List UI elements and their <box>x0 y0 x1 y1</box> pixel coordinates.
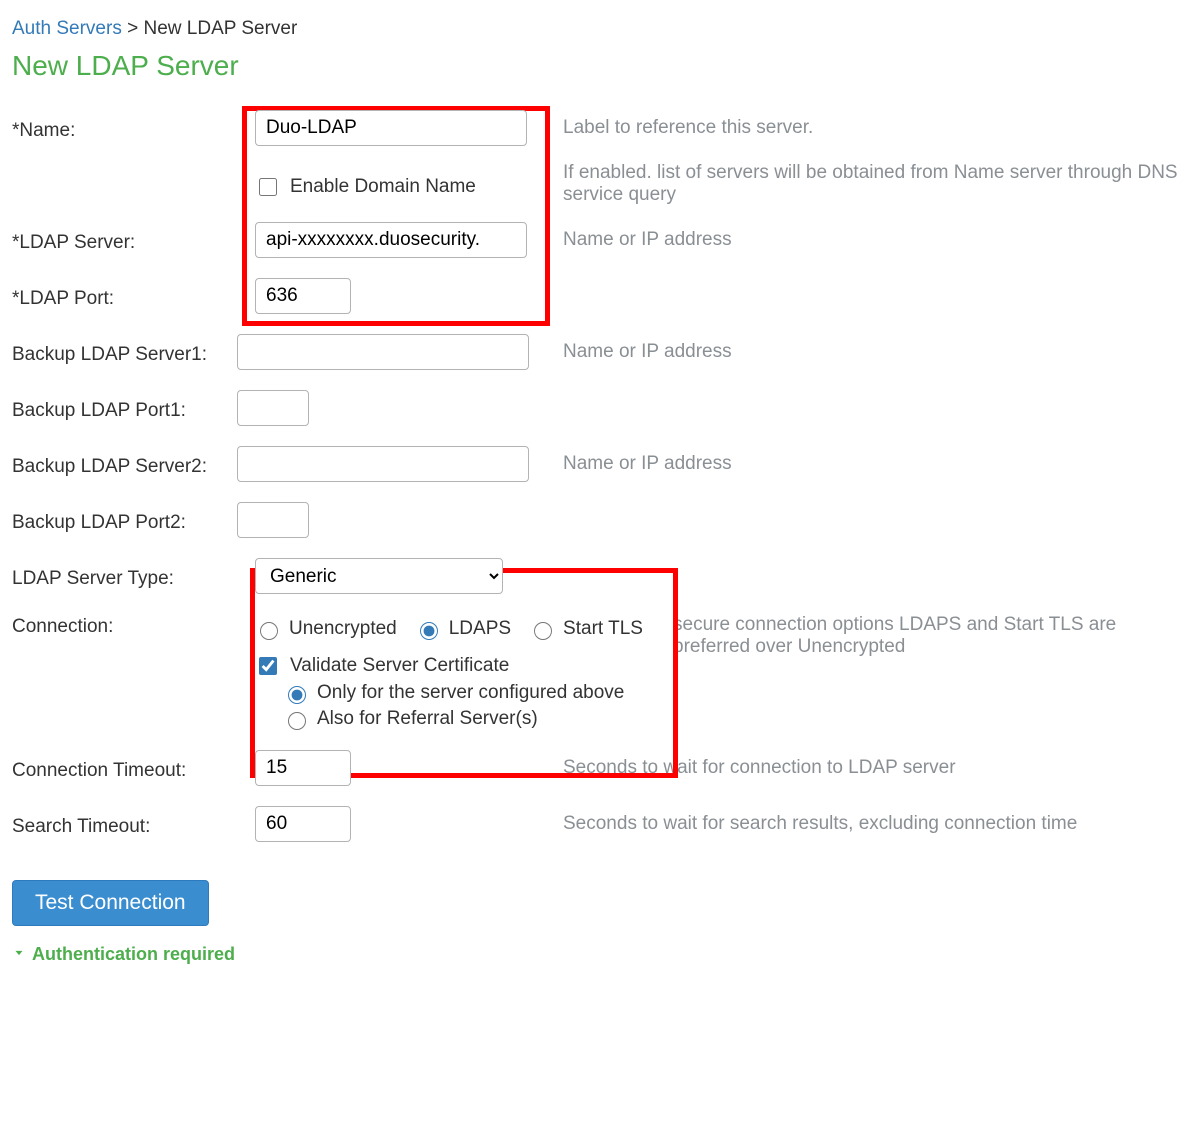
test-connection-button[interactable]: Test Connection <box>12 880 209 926</box>
ldap-server-help: Name or IP address <box>557 229 1178 251</box>
bk2-server-help: Name or IP address <box>557 453 1178 475</box>
bk2-port-label: Backup LDAP Port2: <box>12 506 237 534</box>
ldap-port-input[interactable] <box>255 278 351 314</box>
breadcrumb-sep: > <box>127 18 138 39</box>
enable-domain-checkbox[interactable] <box>259 178 277 196</box>
breadcrumb-current: New LDAP Server <box>144 18 298 39</box>
conn-timeout-help: Seconds to wait for connection to LDAP s… <box>557 757 1178 779</box>
bk2-server-input[interactable] <box>237 446 529 482</box>
search-timeout-input[interactable] <box>255 806 351 842</box>
bk1-server-label: Backup LDAP Server1: <box>12 338 237 366</box>
auth-required-toggle[interactable]: Authentication required <box>12 944 1178 965</box>
conn-timeout-input[interactable] <box>255 750 351 786</box>
connection-starttls-label: Start TLS <box>563 618 643 640</box>
connection-label: Connection: <box>12 610 237 638</box>
bk2-port-input[interactable] <box>237 502 309 538</box>
connection-ldaps-label: LDAPS <box>449 618 511 640</box>
server-type-select[interactable]: Generic <box>255 558 503 594</box>
ldap-port-label: *LDAP Port: <box>12 282 237 310</box>
breadcrumb: Auth Servers > New LDAP Server <box>12 18 1178 40</box>
ldap-server-label: *LDAP Server: <box>12 226 237 254</box>
server-type-label: LDAP Server Type: <box>12 562 237 590</box>
validate-cert-label: Validate Server Certificate <box>290 655 509 677</box>
search-timeout-label: Search Timeout: <box>12 810 237 838</box>
page-title: New LDAP Server <box>12 50 1178 82</box>
bk1-server-input[interactable] <box>237 334 529 370</box>
bk1-port-input[interactable] <box>237 390 309 426</box>
name-input[interactable] <box>255 110 527 146</box>
bk1-server-help: Name or IP address <box>557 341 1178 363</box>
cert-scope-referral-radio[interactable] <box>288 712 306 730</box>
enable-domain-help: If enabled. list of servers will be obta… <box>557 162 1178 206</box>
breadcrumb-parent-link[interactable]: Auth Servers <box>12 18 122 39</box>
conn-timeout-label: Connection Timeout: <box>12 754 237 782</box>
enable-domain-label: Enable Domain Name <box>290 176 476 198</box>
name-help: Label to reference this server. <box>557 117 1178 139</box>
bk1-port-label: Backup LDAP Port1: <box>12 394 237 422</box>
name-label: *Name: <box>12 114 237 142</box>
bk2-server-label: Backup LDAP Server2: <box>12 450 237 478</box>
connection-starttls-radio[interactable] <box>534 622 552 640</box>
connection-unencrypted-radio[interactable] <box>260 622 278 640</box>
ldap-server-input[interactable] <box>255 222 527 258</box>
validate-cert-checkbox[interactable] <box>259 657 277 675</box>
auth-required-label: Authentication required <box>32 944 235 965</box>
chevron-down-icon <box>12 944 26 965</box>
search-timeout-help: Seconds to wait for search results, excl… <box>557 813 1178 835</box>
connection-help: secure connection options LDAPS and Star… <box>667 610 1178 658</box>
cert-scope-only-radio[interactable] <box>288 686 306 704</box>
cert-scope-only-label: Only for the server configured above <box>317 682 624 704</box>
connection-ldaps-radio[interactable] <box>420 622 438 640</box>
connection-unencrypted-label: Unencrypted <box>289 618 397 640</box>
cert-scope-referral-label: Also for Referral Server(s) <box>317 708 538 730</box>
